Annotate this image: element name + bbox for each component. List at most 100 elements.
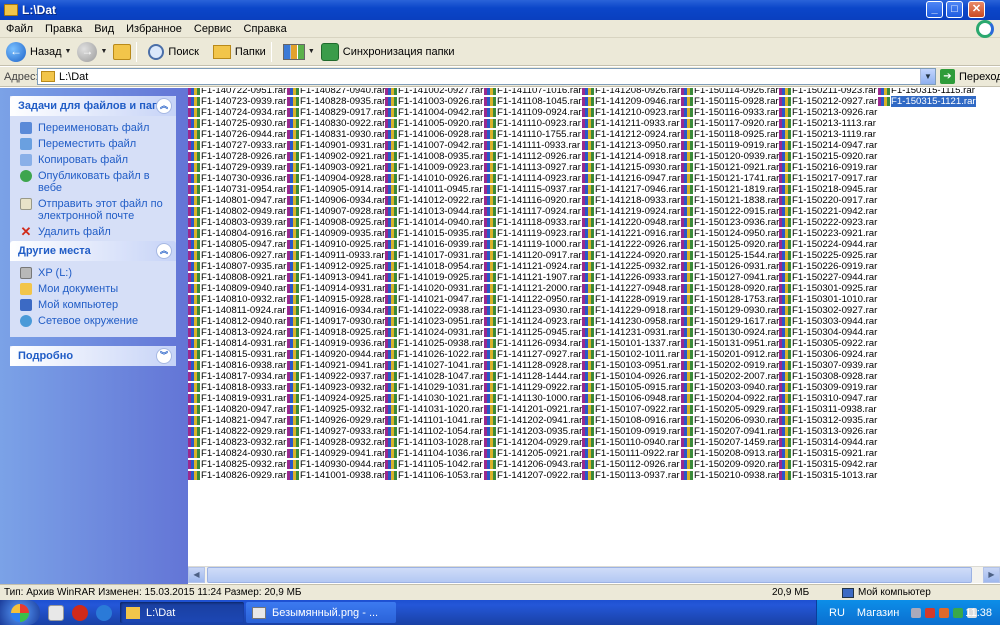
file-item[interactable]: F1-140817-0934.rar — [188, 371, 286, 382]
file-item[interactable]: F1-140901-0931.rar — [287, 140, 385, 151]
file-item[interactable]: F1-150303-0944.rar — [779, 316, 877, 327]
file-item[interactable]: F1-150128-0920.rar — [681, 283, 779, 294]
file-item[interactable]: F1-150202-2007.rar — [681, 371, 779, 382]
menu-favorites[interactable]: Избранное — [120, 23, 188, 35]
file-item[interactable]: F1-140930-0944.rar — [287, 459, 385, 470]
other-places-header[interactable]: Другие места ︽ — [10, 241, 176, 261]
file-item[interactable]: F1-141008-0935.rar — [385, 151, 483, 162]
file-item[interactable]: F1-150115-0928.rar — [681, 96, 779, 107]
menu-edit[interactable]: Правка — [39, 23, 88, 35]
file-item[interactable]: F1-141203-0935.rar — [484, 426, 582, 437]
file-item[interactable]: F1-141125-0945.rar — [484, 327, 582, 338]
file-item[interactable]: F1-141122-0950.rar — [484, 294, 582, 305]
file-item[interactable]: F1-141007-0942.rar — [385, 140, 483, 151]
file-item[interactable]: F1-150131-0951.rar — [681, 338, 779, 349]
file-item[interactable]: F1-150110-0940.rar — [582, 437, 680, 448]
file-item[interactable]: F1-140918-0925.rar — [287, 327, 385, 338]
file-item[interactable]: F1-141016-0939.rar — [385, 239, 483, 250]
file-item[interactable]: F1-140903-0921.rar — [287, 162, 385, 173]
file-item[interactable]: F1-140908-0925.rar — [287, 217, 385, 228]
file-item[interactable]: F1-141102-1054.rar — [385, 426, 483, 437]
file-tasks-header[interactable]: Задачи для файлов и папок ︽ — [10, 96, 176, 116]
file-item[interactable]: F1-141006-0928.rar — [385, 129, 483, 140]
file-item[interactable]: F1-150307-0939.rar — [779, 360, 877, 371]
file-item[interactable]: F1-140912-0925.rar — [287, 261, 385, 272]
file-item[interactable]: F1-140905-0914.rar — [287, 184, 385, 195]
file-item[interactable]: F1-141119-1000.rar — [484, 239, 582, 250]
file-item[interactable]: F1-141205-0921.rar — [484, 448, 582, 459]
collapse-icon[interactable]: ︽ — [156, 243, 172, 259]
file-item[interactable]: F1-141119-0923.rar — [484, 228, 582, 239]
file-item[interactable]: F1-140811-0924.rar — [188, 305, 286, 316]
file-item[interactable]: F1-150226-0919.rar — [779, 261, 877, 272]
file-item[interactable]: F1-141226-0933.rar — [582, 272, 680, 283]
file-item[interactable]: F1-141020-0931.rar — [385, 283, 483, 294]
file-item[interactable]: F1-141104-1036.rar — [385, 448, 483, 459]
file-item[interactable]: F1-141107-1016.rar — [484, 88, 582, 96]
file-item[interactable]: F1-140929-0941.rar — [287, 448, 385, 459]
file-item[interactable]: F1-150315-1013.rar — [779, 470, 877, 481]
file-item[interactable]: F1-150207-0941.rar — [681, 426, 779, 437]
file-item[interactable]: F1-140926-0929.rar — [287, 415, 385, 426]
file-item[interactable]: F1-140813-0924.rar — [188, 327, 286, 338]
chevron-down-icon[interactable]: ▼ — [100, 48, 107, 55]
file-item[interactable]: F1-141118-0933.rar — [484, 217, 582, 228]
file-item[interactable]: F1-150121-1741.rar — [681, 173, 779, 184]
file-item[interactable]: F1-141209-0946.rar — [582, 96, 680, 107]
file-item[interactable]: F1-140915-0928.rar — [287, 294, 385, 305]
file-item[interactable]: F1-150218-0945.rar — [779, 184, 877, 195]
search-button[interactable]: Поиск — [148, 40, 199, 64]
file-item[interactable]: F1-141009-0923.rar — [385, 162, 483, 173]
file-item[interactable]: F1-140801-0947.rar — [188, 195, 286, 206]
task-rename[interactable]: Переименовать файл — [20, 122, 170, 134]
collapse-icon[interactable]: ︽ — [156, 98, 172, 114]
file-item[interactable]: F1-141214-0918.rar — [582, 151, 680, 162]
folders-button[interactable]: Папки — [212, 40, 266, 64]
file-item[interactable]: F1-150112-0926.rar — [582, 459, 680, 470]
file-item[interactable]: F1-141229-0918.rar — [582, 305, 680, 316]
minimize-button[interactable]: _ — [926, 1, 943, 18]
file-item[interactable]: F1-141108-1045.rar — [484, 96, 582, 107]
file-item[interactable]: F1-150116-0933.rar — [681, 107, 779, 118]
file-item[interactable]: F1-150301-1010.rar — [779, 294, 877, 305]
file-item[interactable]: F1-140806-0927.rar — [188, 250, 286, 261]
file-item[interactable]: F1-140808-0921.rar — [188, 272, 286, 283]
file-item[interactable]: F1-141012-0922.rar — [385, 195, 483, 206]
file-item[interactable]: F1-141231-0931.rar — [582, 327, 680, 338]
file-item[interactable]: F1-150129-0930.rar — [681, 305, 779, 316]
file-item[interactable]: F1-140902-0921.rar — [287, 151, 385, 162]
close-button[interactable]: ✕ — [968, 1, 985, 18]
task-delete[interactable]: ✕ Удалить файл — [20, 225, 170, 238]
file-item[interactable]: F1-150121-1838.rar — [681, 195, 779, 206]
start-button[interactable] — [0, 600, 40, 625]
task-email[interactable]: Отправить этот файл по электронной почте — [20, 198, 170, 222]
file-item[interactable]: F1-150206-0930.rar — [681, 415, 779, 426]
file-item[interactable]: F1-140928-0932.rar — [287, 437, 385, 448]
file-item[interactable]: F1-150304-0944.rar — [779, 327, 877, 338]
file-item[interactable]: F1-140820-0947.rar — [188, 404, 286, 415]
file-item[interactable]: F1-141103-1028.rar — [385, 437, 483, 448]
file-item[interactable]: F1-141013-0944.rar — [385, 206, 483, 217]
file-item[interactable]: F1-141212-0924.rar — [582, 129, 680, 140]
file-item[interactable]: F1-150123-0936.rar — [681, 217, 779, 228]
file-item[interactable]: F1-150208-0913.rar — [681, 448, 779, 459]
file-item[interactable]: F1-140914-0931.rar — [287, 283, 385, 294]
file-item[interactable]: F1-141228-0919.rar — [582, 294, 680, 305]
file-item[interactable]: F1-140722-0951.rar — [188, 88, 286, 96]
file-item[interactable]: F1-141027-1041.rar — [385, 360, 483, 371]
file-item[interactable]: F1-141110-1755.rar — [484, 129, 582, 140]
file-item[interactable]: F1-150205-0929.rar — [681, 404, 779, 415]
file-item[interactable]: F1-141202-0941.rar — [484, 415, 582, 426]
file-item[interactable]: F1-141022-0938.rar — [385, 305, 483, 316]
file-item[interactable]: F1-141222-0926.rar — [582, 239, 680, 250]
tray-app-icon[interactable] — [939, 607, 950, 618]
file-item[interactable]: F1-140911-0933.rar — [287, 250, 385, 261]
file-item[interactable]: F1-150124-0950.rar — [681, 228, 779, 239]
file-item[interactable]: F1-150119-0919.rar — [681, 140, 779, 151]
file-item[interactable]: F1-150113-0937.rar — [582, 470, 680, 481]
file-item[interactable]: F1-150314-0944.rar — [779, 437, 877, 448]
file-item[interactable]: F1-150203-0940.rar — [681, 382, 779, 393]
file-item[interactable]: F1-150202-0919.rar — [681, 360, 779, 371]
file-item[interactable]: F1-140920-0944.rar — [287, 349, 385, 360]
address-input[interactable]: L:\Dat ▼ — [37, 68, 936, 85]
